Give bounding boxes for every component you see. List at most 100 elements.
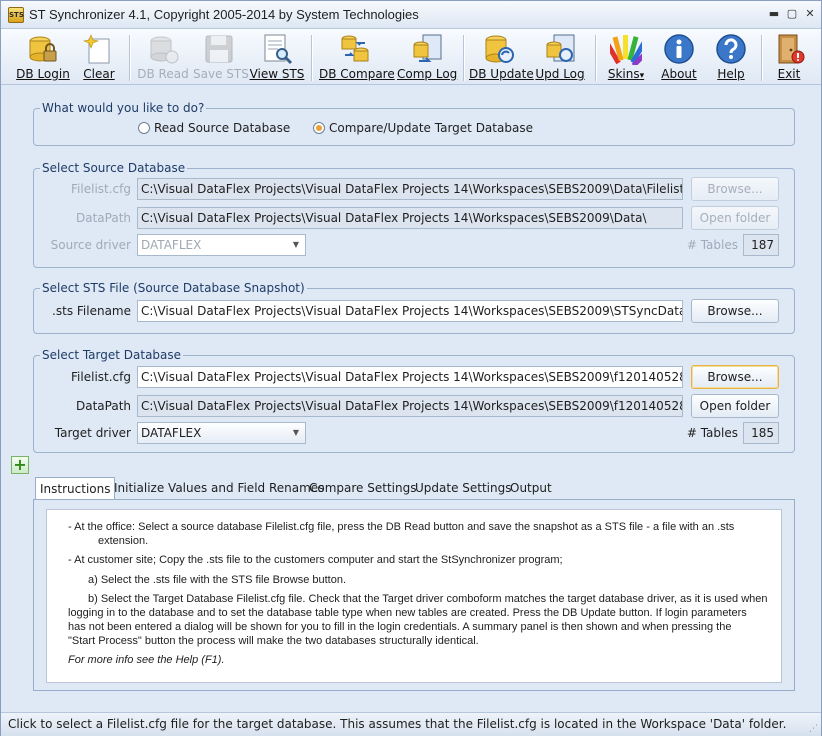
target-filelist-field[interactable]: C:\Visual DataFlex Projects\Visual DataF… xyxy=(137,366,683,388)
target-tables-label: # Tables xyxy=(686,426,738,440)
instruction-line: b) Select the Target Database Filelist.c… xyxy=(88,593,768,605)
target-datapath-label: DataPath xyxy=(75,399,131,413)
toolbar-separator xyxy=(129,35,130,81)
read-source-label: Read Source Database xyxy=(154,121,291,135)
target-driver-combo[interactable]: DATAFLEX ▼ xyxy=(137,422,306,444)
compare-update-radio[interactable]: Compare/Update Target Database xyxy=(313,121,533,135)
tab-control: Instructions Initialize Values and Field… xyxy=(33,477,795,691)
palette-icon xyxy=(604,33,653,68)
help-button[interactable]: Help xyxy=(709,31,753,83)
target-driver-value: DATAFLEX xyxy=(141,426,202,440)
source-database-group: Select Source Database Filelist.cfg C:\V… xyxy=(33,161,795,268)
skins-text: Skins xyxy=(607,67,640,81)
database-compare-icon xyxy=(339,33,371,65)
source-filelist-label: Filelist.cfg xyxy=(71,182,131,196)
maximize-button[interactable]: ▢ xyxy=(785,7,799,21)
db-update-button[interactable]: DB Update xyxy=(469,31,534,83)
instruction-line: - At the office: Select a source databas… xyxy=(68,521,735,533)
sts-filename-label: .sts Filename xyxy=(52,304,131,318)
source-tables-label: # Tables xyxy=(686,238,738,252)
help-icon xyxy=(715,33,747,65)
target-database-group: Select Target Database Filelist.cfg C:\V… xyxy=(33,348,795,453)
target-tables-count: 185 xyxy=(743,422,779,444)
exit-door-icon xyxy=(773,33,805,65)
instruction-line: For more info see the Help (F1). xyxy=(68,654,225,666)
db-update-label: DB Update xyxy=(469,67,534,81)
instruction-line: a) Select the .sts file with the STS fil… xyxy=(88,574,347,586)
target-driver-label: Target driver xyxy=(54,426,131,440)
compare-log-icon xyxy=(411,33,443,65)
source-datapath-field[interactable]: C:\Visual DataFlex Projects\Visual DataF… xyxy=(137,207,683,229)
sts-filename-field[interactable]: C:\Visual DataFlex Projects\Visual DataF… xyxy=(137,300,683,322)
source-driver-combo[interactable]: DATAFLEX ▼ xyxy=(137,234,306,256)
db-login-button[interactable]: DB Login xyxy=(15,31,71,83)
source-tables-count: 187 xyxy=(743,234,779,256)
source-group-title: Select Source Database xyxy=(40,161,188,175)
info-icon xyxy=(663,33,695,65)
clear-button[interactable]: Clear xyxy=(79,31,119,83)
db-read-button[interactable]: DB Read xyxy=(137,31,189,83)
target-filelist-label: Filelist.cfg xyxy=(71,370,131,384)
target-open-folder-button[interactable]: Open folder xyxy=(691,394,779,418)
instruction-line: has not been entered a dialog will be sh… xyxy=(68,621,732,633)
radio-selected-icon xyxy=(313,122,325,134)
tab-update-settings[interactable]: Update Settings xyxy=(411,477,516,499)
chevron-down-icon: ▼ xyxy=(292,240,300,249)
about-button[interactable]: About xyxy=(657,31,701,83)
database-update-icon xyxy=(483,33,515,65)
document-magnifier-icon xyxy=(261,33,293,65)
tab-output[interactable]: Output xyxy=(506,477,556,499)
toolbar-separator xyxy=(595,35,596,81)
save-sts-label: Save STS xyxy=(193,67,249,81)
close-button[interactable]: ✕ xyxy=(803,7,817,21)
app-logo-icon: STS xyxy=(8,7,24,23)
minimize-button[interactable]: ▬ xyxy=(767,7,781,21)
update-log-icon xyxy=(544,33,576,65)
upd-log-button[interactable]: Upd Log xyxy=(533,31,587,83)
save-sts-button[interactable]: Save STS xyxy=(193,31,249,83)
skins-label: Skins▾ xyxy=(603,67,649,81)
status-text: Click to select a Filelist.cfg file for … xyxy=(8,717,787,731)
add-icon[interactable]: + xyxy=(11,456,29,474)
instructions-text: - At the office: Select a source databas… xyxy=(46,509,782,683)
about-label: About xyxy=(661,67,697,81)
comp-log-button[interactable]: Comp Log xyxy=(397,31,457,83)
toolbar-separator xyxy=(311,35,312,81)
db-compare-button[interactable]: DB Compare xyxy=(319,31,395,83)
view-sts-button[interactable]: View STS xyxy=(249,31,305,83)
target-browse-button[interactable]: Browse... xyxy=(691,365,779,389)
target-group-title: Select Target Database xyxy=(40,348,184,362)
target-datapath-field[interactable]: C:\Visual DataFlex Projects\Visual DataF… xyxy=(137,395,683,417)
radio-unselected-icon xyxy=(138,122,150,134)
source-browse-button[interactable]: Browse... xyxy=(691,177,779,201)
tab-initialize-values[interactable]: Initialize Values and Field Renames xyxy=(110,477,328,499)
skins-button[interactable]: Skins▾ xyxy=(603,31,653,83)
source-datapath-label: DataPath xyxy=(75,211,131,225)
tab-compare-settings[interactable]: Compare Settings xyxy=(305,477,420,499)
read-source-radio[interactable]: Read Source Database xyxy=(138,121,290,135)
toolbar-separator xyxy=(761,35,762,81)
status-bar: Click to select a Filelist.cfg file for … xyxy=(1,712,821,736)
exit-label: Exit xyxy=(777,67,801,81)
instructions-panel: - At the office: Select a source databas… xyxy=(33,499,795,691)
toolbar-separator xyxy=(463,35,464,81)
source-filelist-field[interactable]: C:\Visual DataFlex Projects\Visual DataF… xyxy=(137,178,683,200)
db-compare-label: DB Compare xyxy=(319,67,395,81)
db-read-label: DB Read xyxy=(137,67,189,81)
database-lock-icon xyxy=(27,33,59,65)
exit-button[interactable]: Exit xyxy=(769,31,809,83)
resize-grip-icon[interactable]: ⋰ xyxy=(809,724,819,734)
instruction-line: - At customer site; Copy the .sts file t… xyxy=(68,554,563,566)
db-login-label: DB Login xyxy=(16,67,70,81)
app-window: STS ST Synchronizer 4.1, Copyright 2005-… xyxy=(0,0,822,736)
tab-instructions[interactable]: Instructions xyxy=(35,477,116,501)
sts-browse-button[interactable]: Browse... xyxy=(691,299,779,323)
instruction-line: extension. xyxy=(98,535,149,547)
source-driver-value: DATAFLEX xyxy=(141,238,202,252)
clear-label: Clear xyxy=(83,67,115,81)
source-open-folder-button[interactable]: Open folder xyxy=(691,206,779,230)
database-read-icon xyxy=(147,33,179,65)
sts-file-group: Select STS File (Source Database Snapsho… xyxy=(33,281,795,334)
title-bar: STS ST Synchronizer 4.1, Copyright 2005-… xyxy=(1,1,821,29)
comp-log-label: Comp Log xyxy=(397,67,458,81)
